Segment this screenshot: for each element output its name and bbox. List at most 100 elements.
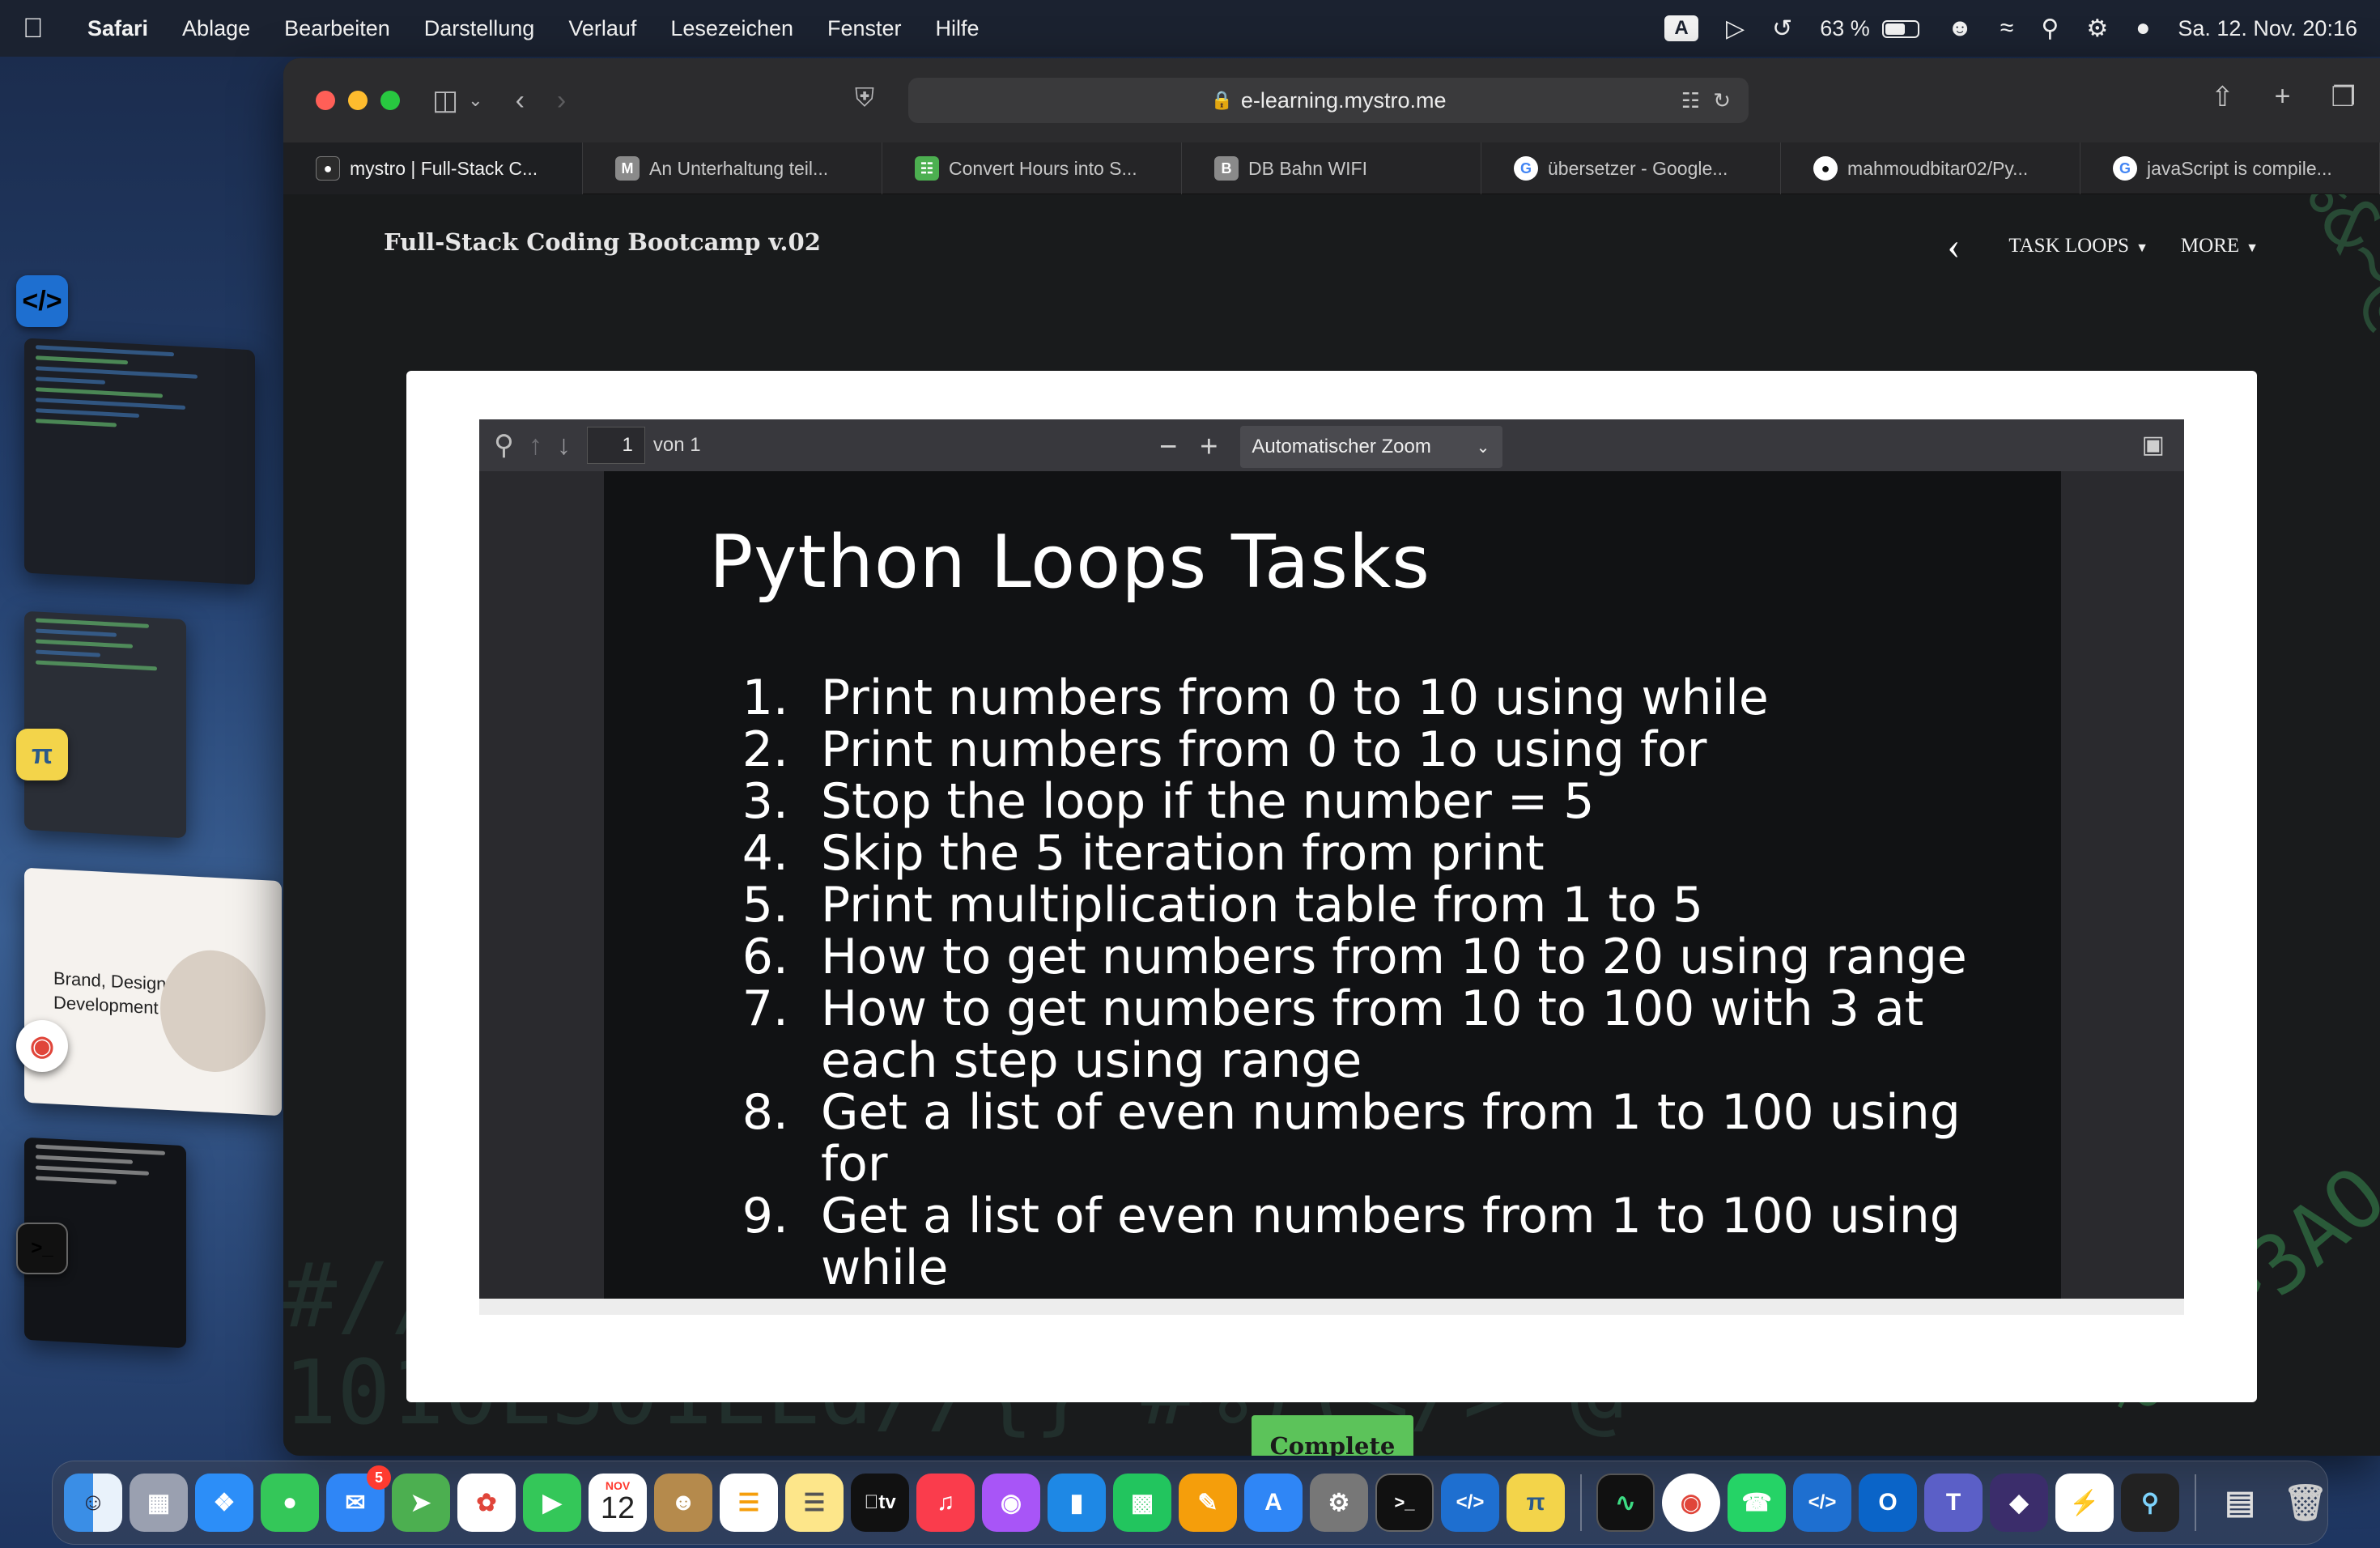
music-icon[interactable]: ♫ bbox=[916, 1474, 975, 1532]
menu-app-name[interactable]: Safari bbox=[87, 16, 148, 41]
messages-icon[interactable]: ● bbox=[261, 1474, 319, 1532]
messenger-icon[interactable]: ⚡ bbox=[2055, 1474, 2114, 1532]
vscode-icon[interactable]: </> bbox=[1441, 1474, 1499, 1532]
stage-thumb-vscode[interactable] bbox=[24, 338, 255, 585]
task-text: Get a list of even numbers from 1 to 100… bbox=[821, 1084, 1961, 1193]
teams-icon[interactable]: T bbox=[1924, 1474, 1983, 1532]
tab-mystro[interactable]: ● mystro | Full-Stack C... bbox=[283, 142, 583, 194]
complete-button[interactable]: Complete bbox=[1252, 1415, 1413, 1456]
keynote-icon[interactable]: ▮ bbox=[1048, 1474, 1106, 1532]
close-window-button[interactable] bbox=[316, 91, 335, 110]
reload-icon[interactable]: ↻ bbox=[1713, 88, 1731, 113]
clock[interactable]: Sa. 12. Nov. 20:16 bbox=[2178, 16, 2357, 41]
tab-db-bahn[interactable]: B DB Bahn WIFI bbox=[1182, 142, 1481, 194]
chrome-app-icon[interactable]: ◉ bbox=[16, 1020, 68, 1072]
outlook-icon[interactable]: O bbox=[1859, 1474, 1917, 1532]
user-account-icon[interactable]: ☻ bbox=[1947, 15, 1973, 42]
task-number: 5. bbox=[742, 877, 788, 933]
spotlight-search-icon[interactable]: ⚲ bbox=[2041, 15, 2059, 43]
zoom-in-icon[interactable]: + bbox=[1200, 430, 1218, 465]
pages-icon[interactable]: ✎ bbox=[1179, 1474, 1237, 1532]
chrome-icon[interactable]: ◉ bbox=[1662, 1474, 1720, 1532]
contacts-icon[interactable]: ☻ bbox=[654, 1474, 712, 1532]
safari-icon[interactable]: ❖ bbox=[195, 1474, 253, 1532]
photos-icon[interactable]: ✿ bbox=[457, 1474, 516, 1532]
media-play-icon[interactable]: ▷ bbox=[1726, 15, 1745, 43]
presentation-mode-icon[interactable]: ▣ bbox=[2142, 431, 2165, 459]
stage-thumb-python[interactable] bbox=[24, 610, 186, 839]
wifi-icon[interactable]: ≈ bbox=[2000, 15, 2013, 42]
reminders-icon[interactable]: ☰ bbox=[720, 1474, 778, 1532]
menu-fenster[interactable]: Fenster bbox=[827, 16, 902, 41]
site-title[interactable]: Full-Stack Coding Bootcamp v.02 bbox=[384, 228, 821, 256]
terminal-app-icon[interactable]: >_ bbox=[16, 1223, 68, 1274]
vscode-app-icon[interactable]: </> bbox=[16, 275, 68, 327]
nav-task-loops[interactable]: TASK LOOPS ▼ bbox=[2008, 235, 2148, 257]
tab-javascript[interactable]: G javaScript is compile... bbox=[2080, 142, 2380, 194]
siri-icon[interactable]: ● bbox=[2136, 15, 2150, 42]
app-store-icon[interactable]: A bbox=[1244, 1474, 1303, 1532]
calendar-icon[interactable]: NOV 12 bbox=[589, 1474, 647, 1532]
downloads-stack-icon[interactable]: ▤ bbox=[2211, 1474, 2269, 1532]
tab-convert-hours[interactable]: ☷ Convert Hours into S... bbox=[882, 142, 1182, 194]
next-page-icon[interactable]: ↓ bbox=[557, 430, 571, 461]
shortcuts-icon[interactable]: ◆ bbox=[1990, 1474, 2048, 1532]
quicktime-icon[interactable]: ⚲ bbox=[2121, 1474, 2179, 1532]
control-center-icon[interactable]: ⚙ bbox=[2086, 15, 2108, 43]
tab-github[interactable]: ● mahmoudbitar02/Py... bbox=[1781, 142, 2080, 194]
zoom-select[interactable]: Automatischer Zoom ⌄ bbox=[1240, 426, 1503, 468]
vscode-icon-2[interactable]: </> bbox=[1793, 1474, 1851, 1532]
system-preferences-icon[interactable]: ⚙ bbox=[1310, 1474, 1368, 1532]
python-app-icon[interactable]: π bbox=[16, 729, 68, 780]
sidebar-toggle-icon[interactable]: ◫ bbox=[432, 84, 458, 117]
forward-icon[interactable]: › bbox=[557, 85, 566, 117]
whatsapp-icon[interactable]: ☎ bbox=[1728, 1474, 1786, 1532]
time-machine-icon[interactable]: ↺ bbox=[1772, 15, 1792, 43]
share-icon[interactable]: ⇧ bbox=[2211, 81, 2234, 113]
zoom-window-button[interactable] bbox=[380, 91, 400, 110]
zoom-out-icon[interactable]: − bbox=[1159, 430, 1177, 465]
new-tab-icon[interactable]: + bbox=[2275, 81, 2291, 113]
podcasts-icon[interactable]: ◉ bbox=[982, 1474, 1040, 1532]
nav-more[interactable]: MORE ▼ bbox=[2181, 235, 2259, 257]
page-number-input[interactable]: 1 bbox=[586, 427, 645, 464]
address-bar[interactable]: 🔒 e-learning.mystro.me ☷ ↻ bbox=[908, 78, 1749, 123]
menu-hilfe[interactable]: Hilfe bbox=[936, 16, 980, 41]
tab-uebersetzer[interactable]: G übersetzer - Google... bbox=[1481, 142, 1781, 194]
tab-overview-icon[interactable]: ❐ bbox=[2331, 81, 2356, 113]
pdf-search-icon[interactable]: ⚲ bbox=[494, 429, 514, 461]
menu-bearbeiten[interactable]: Bearbeiten bbox=[284, 16, 390, 41]
tab-unterhaltung[interactable]: M An Unterhaltung teil... bbox=[583, 142, 882, 194]
menu-lesezeichen[interactable]: Lesezeichen bbox=[670, 16, 793, 41]
mail-badge: 5 bbox=[367, 1465, 391, 1490]
stage-thumb-chrome-page[interactable]: Brand, Design & Development Agency bbox=[24, 867, 282, 1116]
menu-darstellung[interactable]: Darstellung bbox=[424, 16, 535, 41]
apple-tv-icon[interactable]: tv bbox=[851, 1474, 909, 1532]
sidebar-chevron-down-icon[interactable]: ⌄ bbox=[468, 90, 482, 111]
numbers-icon[interactable]: ▩ bbox=[1113, 1474, 1171, 1532]
list-item: 4. Skip the 5 iteration from print bbox=[742, 827, 2037, 879]
apple-menu-icon[interactable]:  bbox=[23, 13, 63, 45]
list-item: 5. Print multiplication table from 1 to 5 bbox=[742, 879, 2037, 931]
translate-icon[interactable]: ☷ bbox=[1681, 88, 1700, 113]
maps-icon[interactable]: ➤ bbox=[392, 1474, 450, 1532]
previous-page-icon[interactable]: ↑ bbox=[529, 430, 542, 461]
finder-icon[interactable]: ☺ bbox=[64, 1474, 122, 1532]
python-launcher-icon[interactable]: π bbox=[1507, 1474, 1565, 1532]
mail-icon[interactable]: ✉ 5 bbox=[326, 1465, 391, 1532]
terminal-icon[interactable]: >_ bbox=[1375, 1474, 1434, 1532]
facetime-icon[interactable]: ▶ bbox=[523, 1474, 581, 1532]
privacy-shield-icon[interactable]: ⛨ bbox=[855, 83, 874, 113]
pdf-viewer-bottom-scrollbar[interactable] bbox=[479, 1299, 2184, 1315]
activity-monitor-icon[interactable]: ∿ bbox=[1596, 1474, 1655, 1532]
minimize-window-button[interactable] bbox=[348, 91, 368, 110]
menu-ablage[interactable]: Ablage bbox=[182, 16, 250, 41]
input-source-icon[interactable]: A bbox=[1664, 15, 1698, 41]
launchpad-icon[interactable]: ▦ bbox=[130, 1474, 188, 1532]
battery-indicator[interactable]: 63 % bbox=[1820, 16, 1920, 41]
back-chevron-icon[interactable]: ‹ bbox=[1947, 223, 1960, 268]
notes-icon[interactable]: ☰ bbox=[785, 1474, 844, 1532]
menu-verlauf[interactable]: Verlauf bbox=[568, 16, 636, 41]
back-icon[interactable]: ‹ bbox=[516, 85, 525, 117]
trash-icon[interactable]: 🗑 bbox=[2276, 1474, 2335, 1532]
